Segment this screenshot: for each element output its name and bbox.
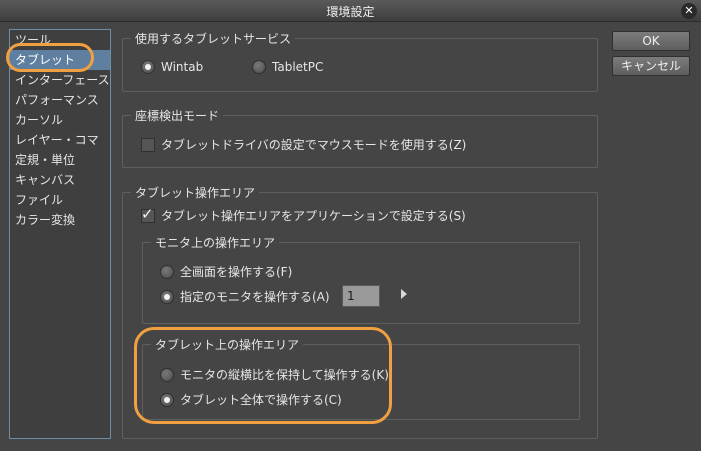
monitor-area-legend: モニタ上の操作エリア [151,234,280,251]
checkbox-mouse-mode-label: タブレットドライバの設定でマウスモードを使用する(Z) [161,138,467,152]
category-list: ツール タブレット インターフェース パフォーマンス カーソル レイヤー・コマ … [9,29,111,439]
radio-full-screen-label: 全画面を操作する(F) [180,265,293,279]
checkbox-mouse-mode[interactable]: タブレットドライバの設定でマウスモードを使用する(Z) [141,136,466,153]
sidebar-item-performance[interactable]: パフォーマンス [10,90,110,110]
monitor-next-arrow-icon[interactable] [401,289,407,299]
sidebar-item-layer-frame[interactable]: レイヤー・コマ [10,130,110,150]
tablet-area-legend: タブレット上の操作エリア [151,336,304,353]
checkbox-app-area-box[interactable]: ✓ [141,204,155,223]
radio-keep-aspect-indicator[interactable] [160,367,174,382]
radio-full-screen-indicator[interactable] [160,264,174,279]
tablet-service-legend: 使用するタブレットサービス [131,30,296,47]
radio-keep-aspect[interactable]: モニタの縦横比を保持して操作する(K) [160,366,389,383]
sidebar-item-interface[interactable]: インターフェース [10,70,110,90]
sidebar-item-tablet[interactable]: タブレット [10,50,110,70]
window-title: 環境設定 [326,5,375,19]
sidebar-item-file[interactable]: ファイル [10,190,110,210]
sidebar-item-color-conversion[interactable]: カラー変換 [10,210,110,230]
check-mark-icon: ✓ [141,204,154,223]
sidebar-item-ruler-unit[interactable]: 定規・単位 [10,150,110,170]
radio-tabletpc[interactable]: TabletPC [252,60,323,74]
radio-tabletpc-label: TabletPC [272,60,324,74]
checkbox-mouse-mode-box[interactable] [141,137,155,152]
radio-wintab-label: Wintab [161,60,204,74]
checkbox-app-area[interactable]: ✓ タブレット操作エリアをアプリケーションで設定する(S) [141,204,466,224]
radio-keep-aspect-label: モニタの縦横比を保持して操作する(K) [180,368,389,382]
ok-button[interactable]: OK [612,31,690,51]
title-bar: 環境設定 ✕ [0,0,701,22]
radio-full-screen[interactable]: 全画面を操作する(F) [160,263,292,280]
sidebar-item-canvas[interactable]: キャンバス [10,170,110,190]
cancel-button[interactable]: キャンセル [612,56,690,76]
radio-specified-monitor-indicator[interactable] [160,289,174,304]
operation-area-legend: タブレット操作エリア [131,184,260,201]
close-icon[interactable]: ✕ [681,3,697,19]
radio-whole-tablet-indicator[interactable] [160,392,174,407]
radio-tabletpc-indicator[interactable] [252,60,266,74]
radio-specified-monitor[interactable]: 指定のモニタを操作する(A) [160,288,330,305]
radio-whole-tablet-label: タブレット全体で操作する(C) [180,393,342,407]
radio-specified-monitor-label: 指定のモニタを操作する(A) [180,290,330,304]
sidebar-item-tool[interactable]: ツール [10,30,110,50]
radio-wintab-indicator[interactable] [141,60,155,74]
checkbox-app-area-label: タブレット操作エリアをアプリケーションで設定する(S) [161,209,466,223]
radio-wintab[interactable]: Wintab [141,60,203,74]
monitor-area-group: モニタ上の操作エリア [142,234,580,324]
monitor-number-field[interactable]: 1 [342,285,380,307]
radio-whole-tablet[interactable]: タブレット全体で操作する(C) [160,391,342,408]
sidebar-item-cursor[interactable]: カーソル [10,110,110,130]
coord-mode-legend: 座標検出モード [131,107,224,124]
